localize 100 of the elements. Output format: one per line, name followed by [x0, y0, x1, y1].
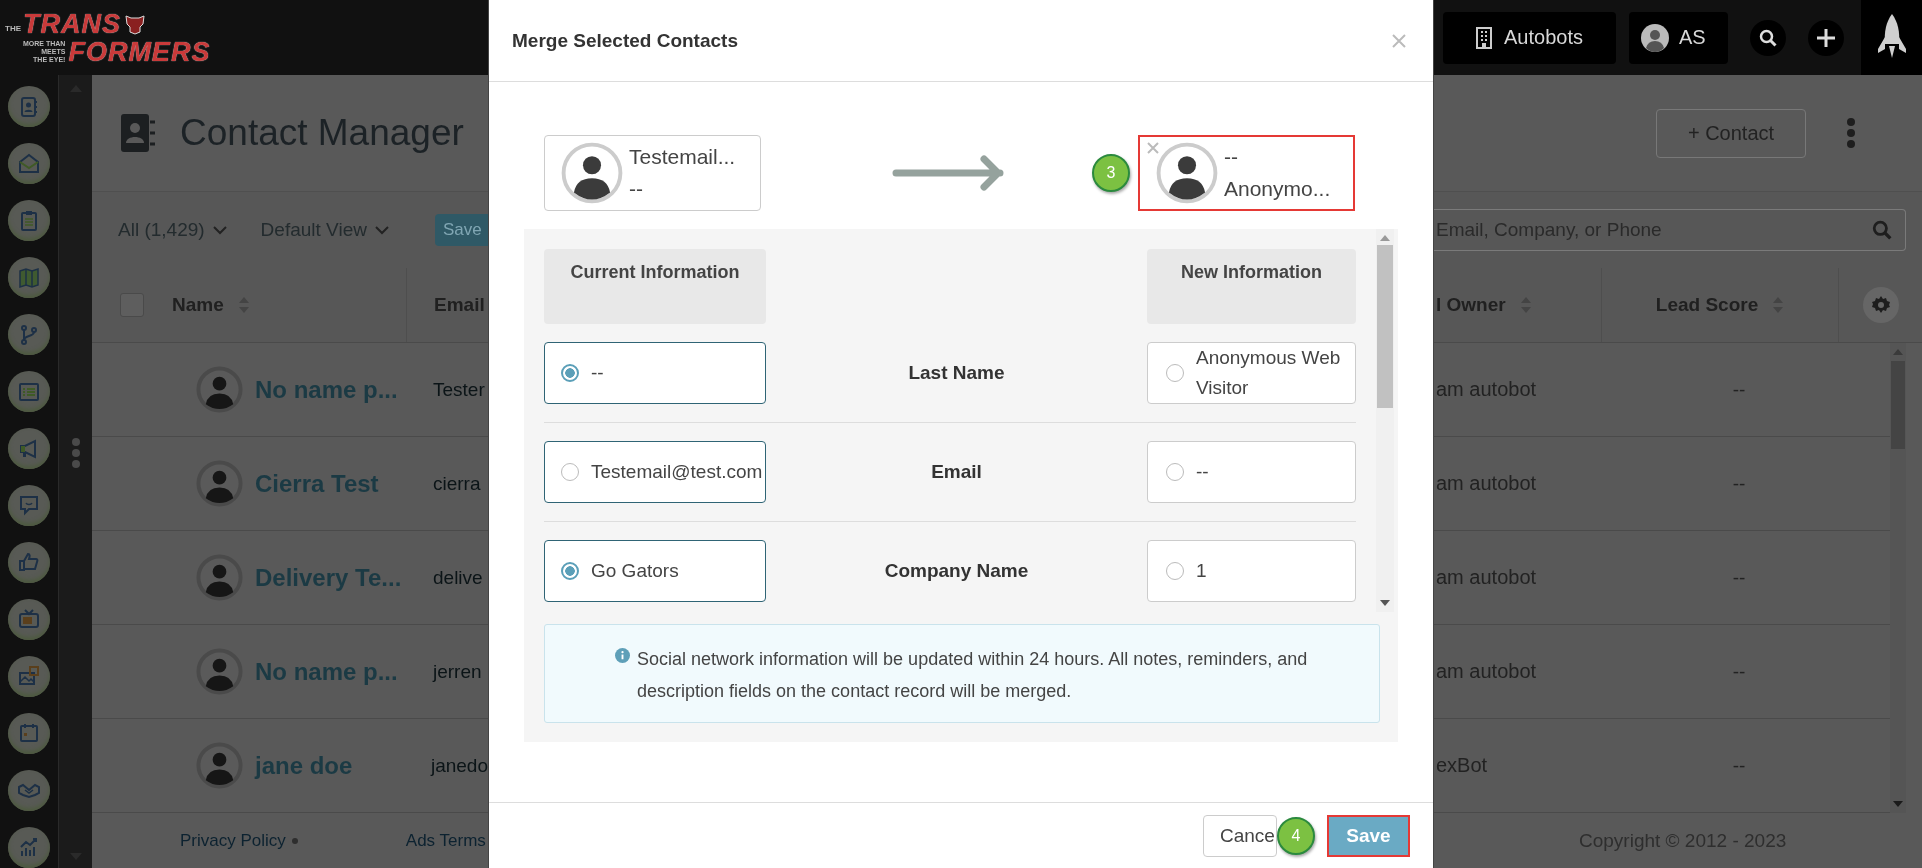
scroll-down-icon[interactable] [1380, 600, 1390, 606]
sidebar-nav-button[interactable] [8, 712, 50, 755]
scroll-up-icon[interactable] [1893, 349, 1903, 355]
radio-button[interactable] [561, 364, 579, 382]
logo-text: FORMERS [68, 37, 211, 66]
field-label: Last Name [907, 362, 1006, 384]
sidebar-nav-button[interactable] [8, 598, 50, 641]
footer-link[interactable]: Ads Terms [405, 830, 486, 851]
search-icon [1872, 220, 1892, 240]
option-card[interactable]: Anonymous Web Visitor [1147, 342, 1356, 404]
close-icon[interactable] [1391, 32, 1407, 49]
sidebar-nav-button[interactable] [8, 484, 50, 527]
save-button[interactable]: Save [1327, 814, 1410, 857]
option-card[interactable]: 1 [1147, 540, 1356, 602]
separator-dot [291, 837, 298, 844]
lead-score-cell-text: -- [1731, 660, 1747, 683]
sidebar-nav-button[interactable] [8, 142, 50, 185]
contact-name-link[interactable]: No name p... [255, 657, 398, 686]
lead-score-cell-text: -- [1731, 378, 1747, 401]
dialog-title: Merge Selected Contacts [512, 29, 738, 52]
chat-icon [17, 493, 41, 518]
scrollbar-thumb[interactable] [1377, 245, 1393, 408]
chevron-down-icon [374, 225, 389, 235]
field-label: Email [930, 461, 983, 483]
option-value: 1 [1196, 559, 1207, 583]
email-cell: Tester [433, 378, 485, 401]
radio-button[interactable] [561, 562, 579, 580]
column-header: New Information [1147, 249, 1356, 324]
owner-cell-text: am autobot [1435, 566, 1538, 589]
avatar-icon [196, 742, 243, 789]
option-value: Anonymous Web Visitor [1196, 346, 1342, 400]
add-button[interactable] [1808, 19, 1844, 56]
emblem-icon [124, 12, 146, 35]
contact-name-link[interactable]: Cierra Test [255, 469, 379, 498]
add-contact-button[interactable]: + Contact [1656, 108, 1806, 158]
contact-book-icon [120, 113, 156, 153]
contact-name-link[interactable]: No name p... [255, 375, 398, 404]
sidebar-nav-button[interactable] [8, 313, 50, 356]
option-value: Testemail@test.com [591, 460, 763, 484]
scroll-up-icon[interactable] [1380, 235, 1390, 241]
lead-score-cell-text: -- [1731, 472, 1747, 495]
sidebar-nav-button[interactable] [8, 256, 50, 299]
field-label: Company Name [883, 560, 1030, 582]
email-cell: jerren [433, 660, 482, 683]
launch-button[interactable] [1861, 0, 1922, 75]
drag-handle-icon[interactable] [70, 437, 81, 469]
sidebar-nav-button[interactable] [8, 86, 50, 128]
column-header[interactable]: Name [172, 294, 224, 316]
sidebar-nav-button[interactable] [8, 826, 50, 868]
user-avatar-icon [1641, 23, 1669, 52]
user-menu-button[interactable]: AS [1629, 11, 1728, 64]
cancel-button[interactable]: Cance [1203, 814, 1277, 857]
radio-button[interactable] [1166, 364, 1184, 382]
more-options-icon[interactable] [1846, 117, 1856, 149]
step-callout: 3 [1092, 154, 1130, 192]
settings-icon [1870, 295, 1891, 315]
page-title: Contact Manager [180, 112, 464, 154]
envelope-icon [17, 151, 41, 176]
option-card[interactable]: Testemail@test.com [544, 441, 766, 503]
column-settings-button[interactable] [1862, 287, 1899, 323]
sidebar-nav-button[interactable] [8, 427, 50, 470]
sidebar-nav-button[interactable] [8, 769, 50, 811]
footer-link[interactable]: Privacy Policy [180, 830, 286, 851]
sidebar-nav-button[interactable] [8, 370, 50, 413]
contact-name-link[interactable]: Delivery Te... [255, 563, 402, 592]
contact-name: Testemail... [629, 145, 736, 169]
info-text: Social network information will be updated within 24 hours. All notes, reminders, and description fields on the contact record will be merged. [637, 648, 1309, 703]
building-icon [1476, 26, 1492, 49]
avatar-icon [196, 460, 243, 507]
option-card[interactable]: -- [1147, 441, 1356, 503]
radio-button[interactable] [1166, 463, 1184, 481]
scrollbar[interactable] [1890, 343, 1906, 813]
remove-icon[interactable] [1146, 141, 1160, 155]
scrollbar[interactable] [1376, 229, 1394, 612]
option-card[interactable]: -- [544, 342, 766, 404]
lead-score-cell-text: -- [1731, 754, 1747, 777]
radio-button[interactable] [561, 463, 579, 481]
avatar-icon [1156, 142, 1218, 204]
sidebar-nav-button[interactable] [8, 199, 50, 242]
plus-icon [1816, 27, 1836, 48]
email-cell: delive [433, 566, 483, 589]
contact-name-link[interactable]: jane doe [255, 751, 353, 780]
avatar-icon [196, 648, 243, 695]
email-cell: cierra [433, 472, 481, 495]
avatar-icon [196, 554, 243, 601]
radio-button[interactable] [1166, 562, 1184, 580]
contact-detail: -- [629, 177, 644, 201]
sidebar-nav-button[interactable] [8, 655, 50, 698]
logo-text: TRANS [23, 9, 121, 38]
owner-cell-text: am autobot [1435, 472, 1538, 495]
avatar-icon [196, 366, 243, 413]
search-icon [1759, 28, 1777, 47]
sidebar-nav-button[interactable] [8, 541, 50, 584]
save-view-button[interactable]: Save [435, 214, 488, 246]
option-card[interactable]: Go Gators [544, 540, 766, 602]
search-button[interactable] [1750, 19, 1786, 56]
lead-score-cell-text: -- [1731, 566, 1747, 589]
email-cell: janedo [430, 754, 488, 777]
owner-cell-text: am autobot [1435, 660, 1538, 683]
account-button[interactable]: Autobots [1443, 11, 1616, 64]
